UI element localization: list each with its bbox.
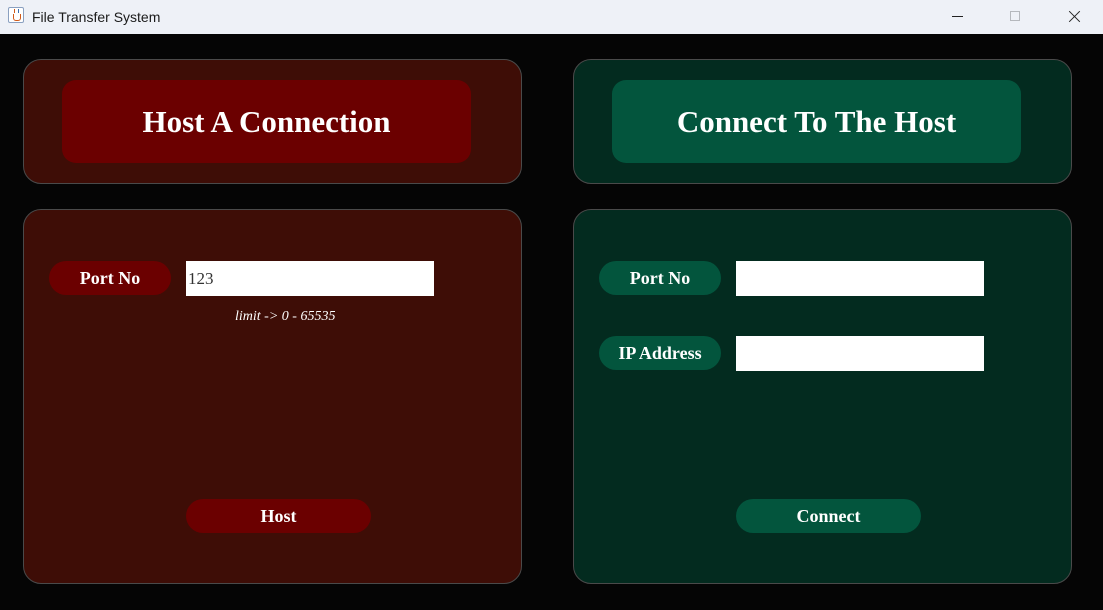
host-port-input[interactable] xyxy=(186,261,434,296)
window-title: File Transfer System xyxy=(32,9,161,25)
host-port-label: Port No xyxy=(49,261,171,295)
host-button[interactable]: Host xyxy=(186,499,371,533)
close-icon[interactable] xyxy=(1045,0,1103,34)
connect-button[interactable]: Connect xyxy=(736,499,921,533)
window-titlebar: File Transfer System xyxy=(0,0,1103,34)
connect-ip-label: IP Address xyxy=(599,336,721,370)
host-port-hint: limit -> 0 - 65535 xyxy=(235,309,336,324)
java-app-icon xyxy=(8,7,24,23)
minimize-icon[interactable] xyxy=(929,0,987,34)
connect-title-banner: Connect To The Host xyxy=(612,80,1021,163)
host-title-banner: Host A Connection xyxy=(62,80,471,163)
connect-ip-input[interactable] xyxy=(736,336,984,371)
connect-port-input[interactable] xyxy=(736,261,984,296)
maximize-icon[interactable] xyxy=(987,0,1045,34)
connect-port-label: Port No xyxy=(599,261,721,295)
